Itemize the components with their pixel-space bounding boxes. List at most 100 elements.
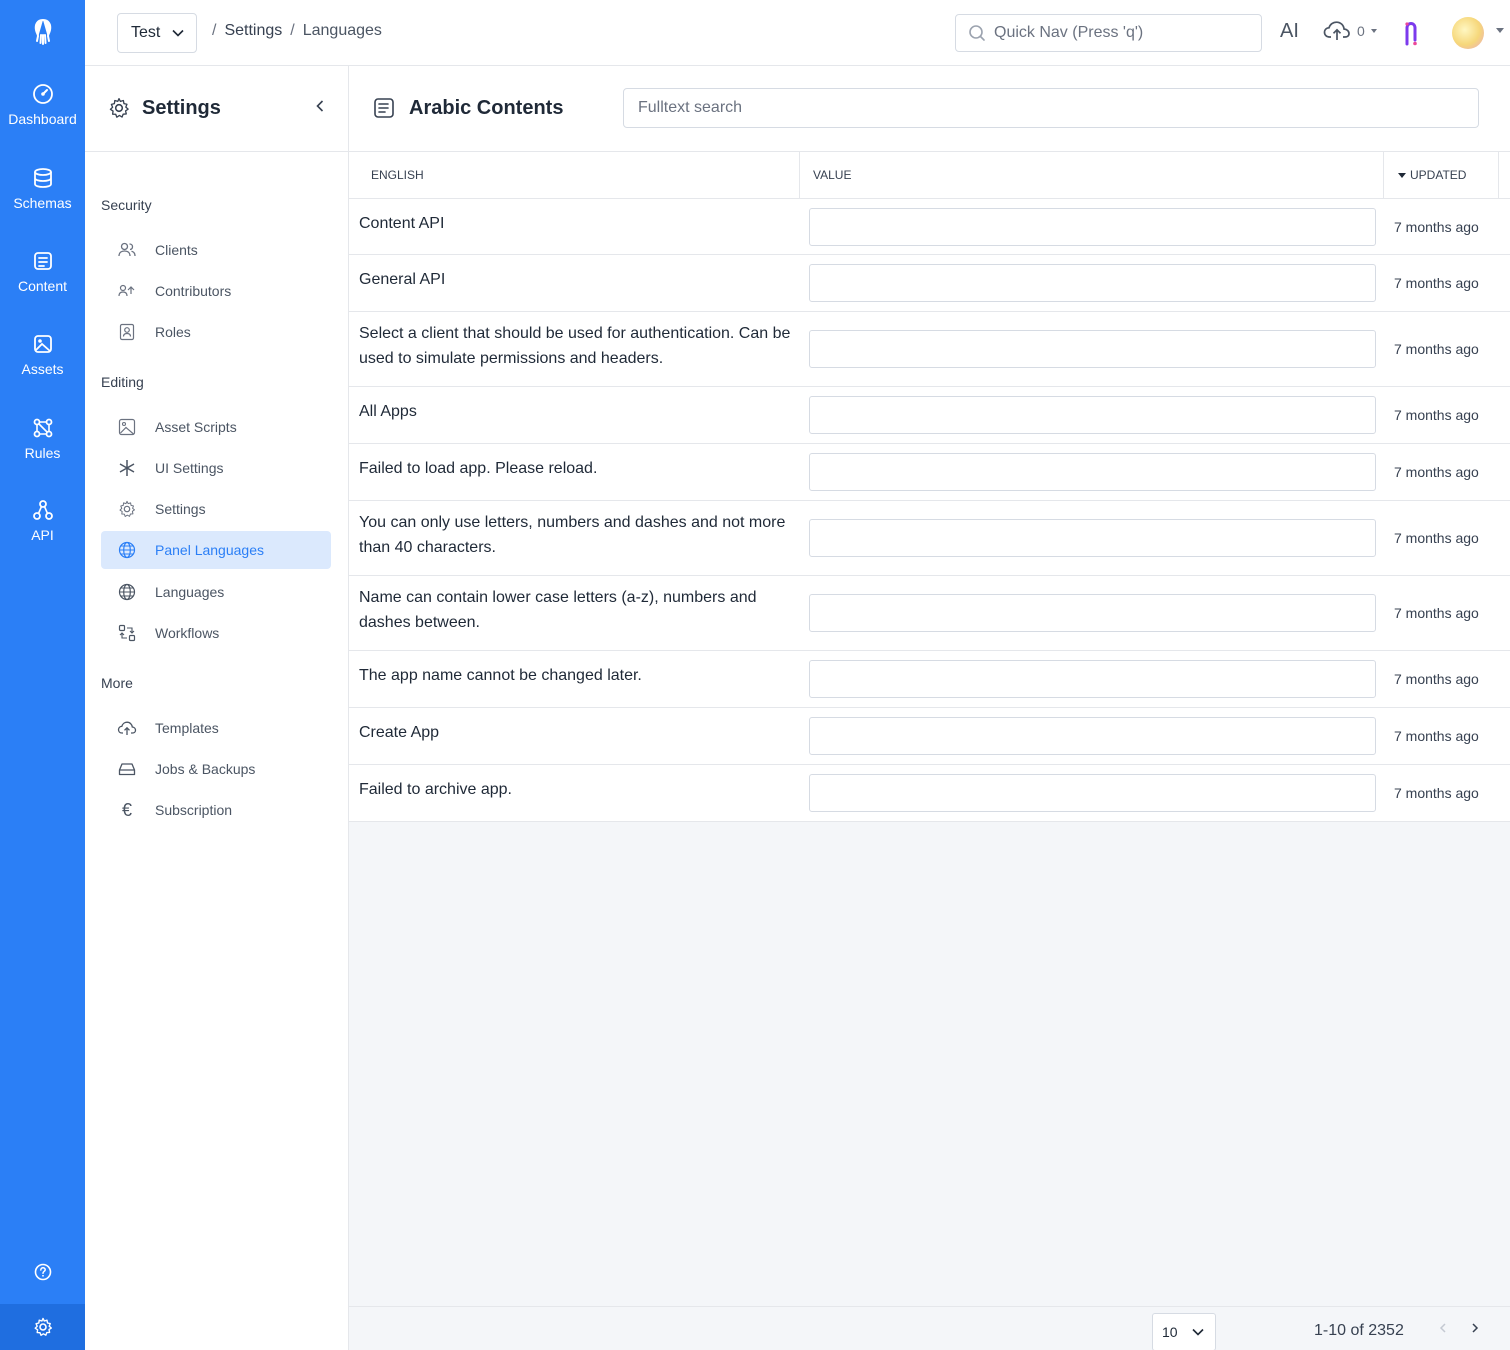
value-input[interactable] bbox=[809, 264, 1376, 302]
sidebar-item-templates[interactable]: Templates bbox=[101, 709, 331, 747]
sidebar-item-jobs-backups[interactable]: Jobs & Backups bbox=[101, 750, 331, 788]
table-row: Failed to archive app. 7 months ago bbox=[349, 765, 1510, 822]
sidebar-item-label: UI Settings bbox=[155, 460, 224, 476]
column-header-updated[interactable]: Updated bbox=[1384, 152, 1499, 198]
rail-api[interactable]: API bbox=[0, 486, 85, 556]
upload-status[interactable]: 0 bbox=[1323, 20, 1377, 42]
ai-button[interactable]: AI bbox=[1280, 20, 1299, 43]
english-text: Failed to archive app. bbox=[359, 781, 512, 798]
updated-text: 7 months ago bbox=[1394, 275, 1479, 291]
sidebar-item-roles[interactable]: Roles bbox=[101, 313, 331, 351]
rail-assets-label: Assets bbox=[21, 361, 64, 377]
rail-dashboard-label: Dashboard bbox=[8, 111, 77, 127]
asterisk-icon bbox=[117, 458, 137, 478]
page-title: Arabic Contents bbox=[409, 97, 564, 119]
rail-settings[interactable] bbox=[0, 1304, 85, 1350]
sidebar-item-label: Contributors bbox=[155, 283, 232, 299]
app-logo[interactable] bbox=[0, 0, 85, 64]
value-input[interactable] bbox=[809, 660, 1376, 698]
sidebar-item-settings[interactable]: Settings bbox=[101, 490, 331, 528]
updated-text: 7 months ago bbox=[1394, 219, 1479, 235]
sidebar-item-languages[interactable]: Languages bbox=[101, 573, 331, 611]
english-text: All Apps bbox=[359, 403, 417, 420]
sidebar-item-label: Clients bbox=[155, 242, 198, 258]
table-row: Select a client that should be used for … bbox=[349, 312, 1510, 387]
euro-icon: € bbox=[121, 799, 132, 820]
sidebar-item-subscription[interactable]: € Subscription bbox=[101, 791, 331, 829]
rail-assets[interactable]: Assets bbox=[0, 320, 85, 390]
table-row: You can only use letters, numbers and da… bbox=[349, 501, 1510, 576]
value-input[interactable] bbox=[809, 330, 1376, 368]
sidebar-item-label: Settings bbox=[155, 501, 206, 517]
collapse-sidebar-chevron-left-icon[interactable] bbox=[315, 99, 325, 118]
breadcrumb-current: Languages bbox=[302, 22, 382, 39]
upload-count: 0 bbox=[1357, 23, 1365, 39]
settings-sidebar-header: Settings bbox=[85, 66, 348, 152]
value-input[interactable] bbox=[809, 208, 1376, 246]
settings-sidebar: Settings Security Clients Contributors R… bbox=[85, 66, 349, 1350]
sidebar-item-label: Templates bbox=[155, 720, 219, 736]
rail-content-label: Content bbox=[17, 278, 68, 294]
sidebar-item-label: Languages bbox=[155, 584, 225, 600]
sidebar-item-panel-languages[interactable]: Panel Languages bbox=[101, 531, 331, 569]
rules-icon bbox=[33, 418, 52, 438]
notifo-button[interactable] bbox=[1403, 20, 1419, 51]
previous-page-chevron-left-icon[interactable] bbox=[1438, 1321, 1448, 1340]
help-button[interactable] bbox=[0, 1252, 85, 1292]
value-input[interactable] bbox=[809, 717, 1376, 755]
value-input[interactable] bbox=[809, 396, 1376, 434]
updated-text: 7 months ago bbox=[1394, 464, 1479, 480]
quick-nav-search[interactable]: Quick Nav (Press 'q') bbox=[955, 14, 1262, 52]
gear-icon bbox=[34, 1317, 52, 1336]
content-icon bbox=[33, 252, 52, 270]
globe-icon bbox=[117, 582, 137, 602]
sidebar-item-label: Jobs & Backups bbox=[155, 761, 256, 777]
breadcrumb-settings[interactable]: Settings bbox=[224, 22, 282, 40]
updated-text: 7 months ago bbox=[1394, 341, 1479, 357]
pagination-info: 1-10 of 2352 bbox=[1314, 1322, 1404, 1339]
sort-desc-icon bbox=[1398, 172, 1406, 178]
value-input[interactable] bbox=[809, 594, 1376, 632]
table-row: Create App 7 months ago bbox=[349, 708, 1510, 765]
settings-title: Settings bbox=[142, 97, 221, 119]
fulltext-search-input[interactable] bbox=[623, 88, 1479, 128]
updated-text: 7 months ago bbox=[1394, 671, 1479, 687]
user-menu-caret-icon[interactable] bbox=[1496, 28, 1504, 33]
table-row: Content API 7 months ago bbox=[349, 199, 1510, 255]
group-label-more: More bbox=[101, 675, 133, 691]
dashboard-icon bbox=[32, 84, 53, 104]
next-page-chevron-right-icon[interactable] bbox=[1470, 1321, 1480, 1340]
column-header-english: English bbox=[349, 152, 800, 198]
english-text: Failed to load app. Please reload. bbox=[359, 460, 598, 477]
sidebar-item-asset-scripts[interactable]: Asset Scripts bbox=[101, 408, 331, 446]
translations-table: English Value Updated Content API 7 mont… bbox=[349, 152, 1510, 822]
value-input[interactable] bbox=[809, 519, 1376, 557]
app-selector[interactable]: Test bbox=[117, 13, 197, 53]
sidebar-item-contributors[interactable]: Contributors bbox=[101, 272, 331, 310]
value-input[interactable] bbox=[809, 774, 1376, 812]
sidebar-item-clients[interactable]: Clients bbox=[101, 231, 331, 269]
rail-content[interactable]: Content bbox=[0, 237, 85, 307]
sidebar-item-label: Subscription bbox=[155, 802, 233, 818]
table-row: Failed to load app. Please reload. 7 mon… bbox=[349, 444, 1510, 501]
sidebar-item-label: Panel Languages bbox=[155, 542, 264, 558]
schemas-icon bbox=[33, 168, 52, 188]
breadcrumb-separator: / bbox=[290, 22, 295, 39]
rail-rules[interactable]: Rules bbox=[0, 404, 85, 474]
page-size-select[interactable]: 10 bbox=[1152, 1313, 1216, 1350]
value-input[interactable] bbox=[809, 453, 1376, 491]
table-row: Name can contain lower case letters (a-z… bbox=[349, 576, 1510, 651]
drive-icon bbox=[117, 759, 137, 779]
updated-text: 7 months ago bbox=[1394, 407, 1479, 423]
english-text: Name can contain lower case letters (a-z… bbox=[359, 589, 757, 631]
sidebar-item-workflows[interactable]: Workflows bbox=[101, 614, 331, 652]
sidebar-item-label: Roles bbox=[155, 324, 191, 340]
rail-schemas[interactable]: Schemas bbox=[0, 154, 85, 224]
english-text: The app name cannot be changed later. bbox=[359, 667, 642, 684]
updated-text: 7 months ago bbox=[1394, 530, 1479, 546]
cloud-upload-icon bbox=[1323, 21, 1350, 40]
sidebar-item-ui-settings[interactable]: UI Settings bbox=[101, 449, 331, 487]
user-avatar[interactable] bbox=[1452, 17, 1484, 49]
cloud-upload-icon bbox=[117, 718, 137, 738]
rail-dashboard[interactable]: Dashboard bbox=[0, 70, 85, 140]
